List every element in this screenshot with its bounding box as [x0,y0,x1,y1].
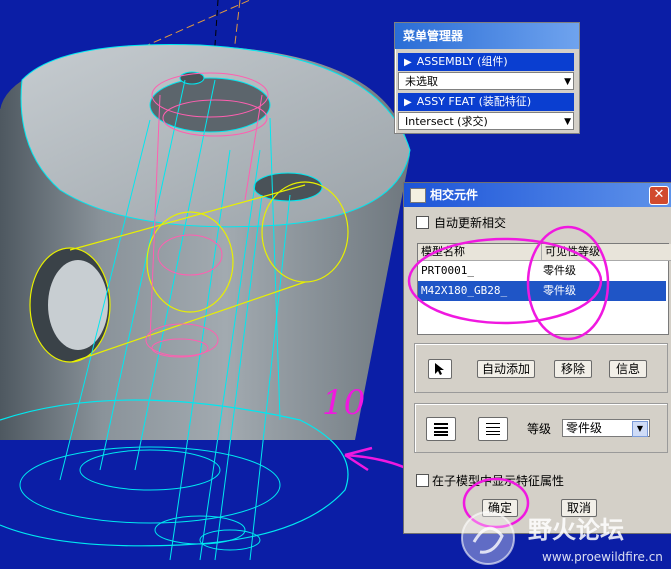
level-style-solid-button[interactable] [426,417,456,441]
info-button[interactable]: 信息 [609,360,647,378]
column-header-visibility-level[interactable]: 可见性等级 [541,244,671,261]
select-pointer-button[interactable] [428,359,452,379]
intersect-components-dialog: 相交元件 ✕ 自动更新相交 模型名称 可见性等级 PRT0001_ 零件级 M4… [403,182,671,534]
grade-select[interactable]: 零件级 ▼ [562,419,650,437]
show-feature-label: 在子模型中显示特征属性 [432,474,565,488]
cell-visibility-level: 零件级 [543,264,576,277]
dropdown-arrow-icon[interactable]: ▼ [564,73,571,91]
column-header-model-name[interactable]: 模型名称 [418,244,541,261]
components-table[interactable]: 模型名称 可见性等级 PRT0001_ 零件级 M42X180_GB28_ 零件… [417,243,671,335]
auto-update-checkbox[interactable] [416,216,429,229]
selection-combo[interactable]: 未选取 ▼ [398,72,574,90]
triangle-right-icon: ▶ [404,57,412,68]
table-row[interactable]: M42X180_GB28_ 零件级 [418,281,666,301]
grade-label: 等级 [527,422,552,436]
triangle-right-icon: ▶ [404,97,412,108]
remove-button[interactable]: 移除 [554,360,592,378]
operation-combo[interactable]: Intersect (求交) ▼ [398,112,574,130]
watermark-url: www.proewildfire.cn [542,550,663,564]
dialog-title: 相交元件 [430,188,479,202]
menu-manager-panel: 菜单管理器 ▶ ASSEMBLY (组件) 未选取 ▼ ▶ ASSY FEAT (装… [394,22,580,134]
watermark-brand: 野火论坛 [528,516,624,544]
chevron-down-icon[interactable]: ▼ [632,421,648,437]
annotation-arrow-head [344,446,373,472]
level-style-lines-button[interactable] [478,417,508,441]
menu-manager-title: 菜单管理器 [395,23,579,49]
dropdown-arrow-icon[interactable]: ▼ [564,113,571,131]
solid-lines-icon [434,423,448,436]
cell-model-name: PRT0001_ [421,264,474,277]
thin-lines-icon [486,423,500,435]
forum-watermark: 野火论坛 www.proewildfire.cn [461,511,663,565]
side-hole-inner [48,260,108,350]
table-row[interactable]: PRT0001_ 零件级 [418,261,666,281]
dialog-titlebar[interactable]: 相交元件 ✕ [404,183,671,207]
auto-update-label: 自动更新相交 [434,216,507,230]
show-feature-checkbox[interactable] [416,474,429,487]
annotation-number: 10 [322,383,365,423]
close-button[interactable]: ✕ [649,186,669,205]
menu-item-assy-feat[interactable]: ▶ ASSY FEAT (装配特征) [398,93,574,111]
dialog-icon [410,188,426,203]
arrow-pointer-icon [435,363,444,375]
auto-add-button[interactable]: 自动添加 [477,360,535,378]
menu-item-assembly[interactable]: ▶ ASSEMBLY (组件) [398,53,574,71]
cell-visibility-level: 零件级 [543,284,576,297]
cell-model-name: M42X180_GB28_ [421,284,508,297]
